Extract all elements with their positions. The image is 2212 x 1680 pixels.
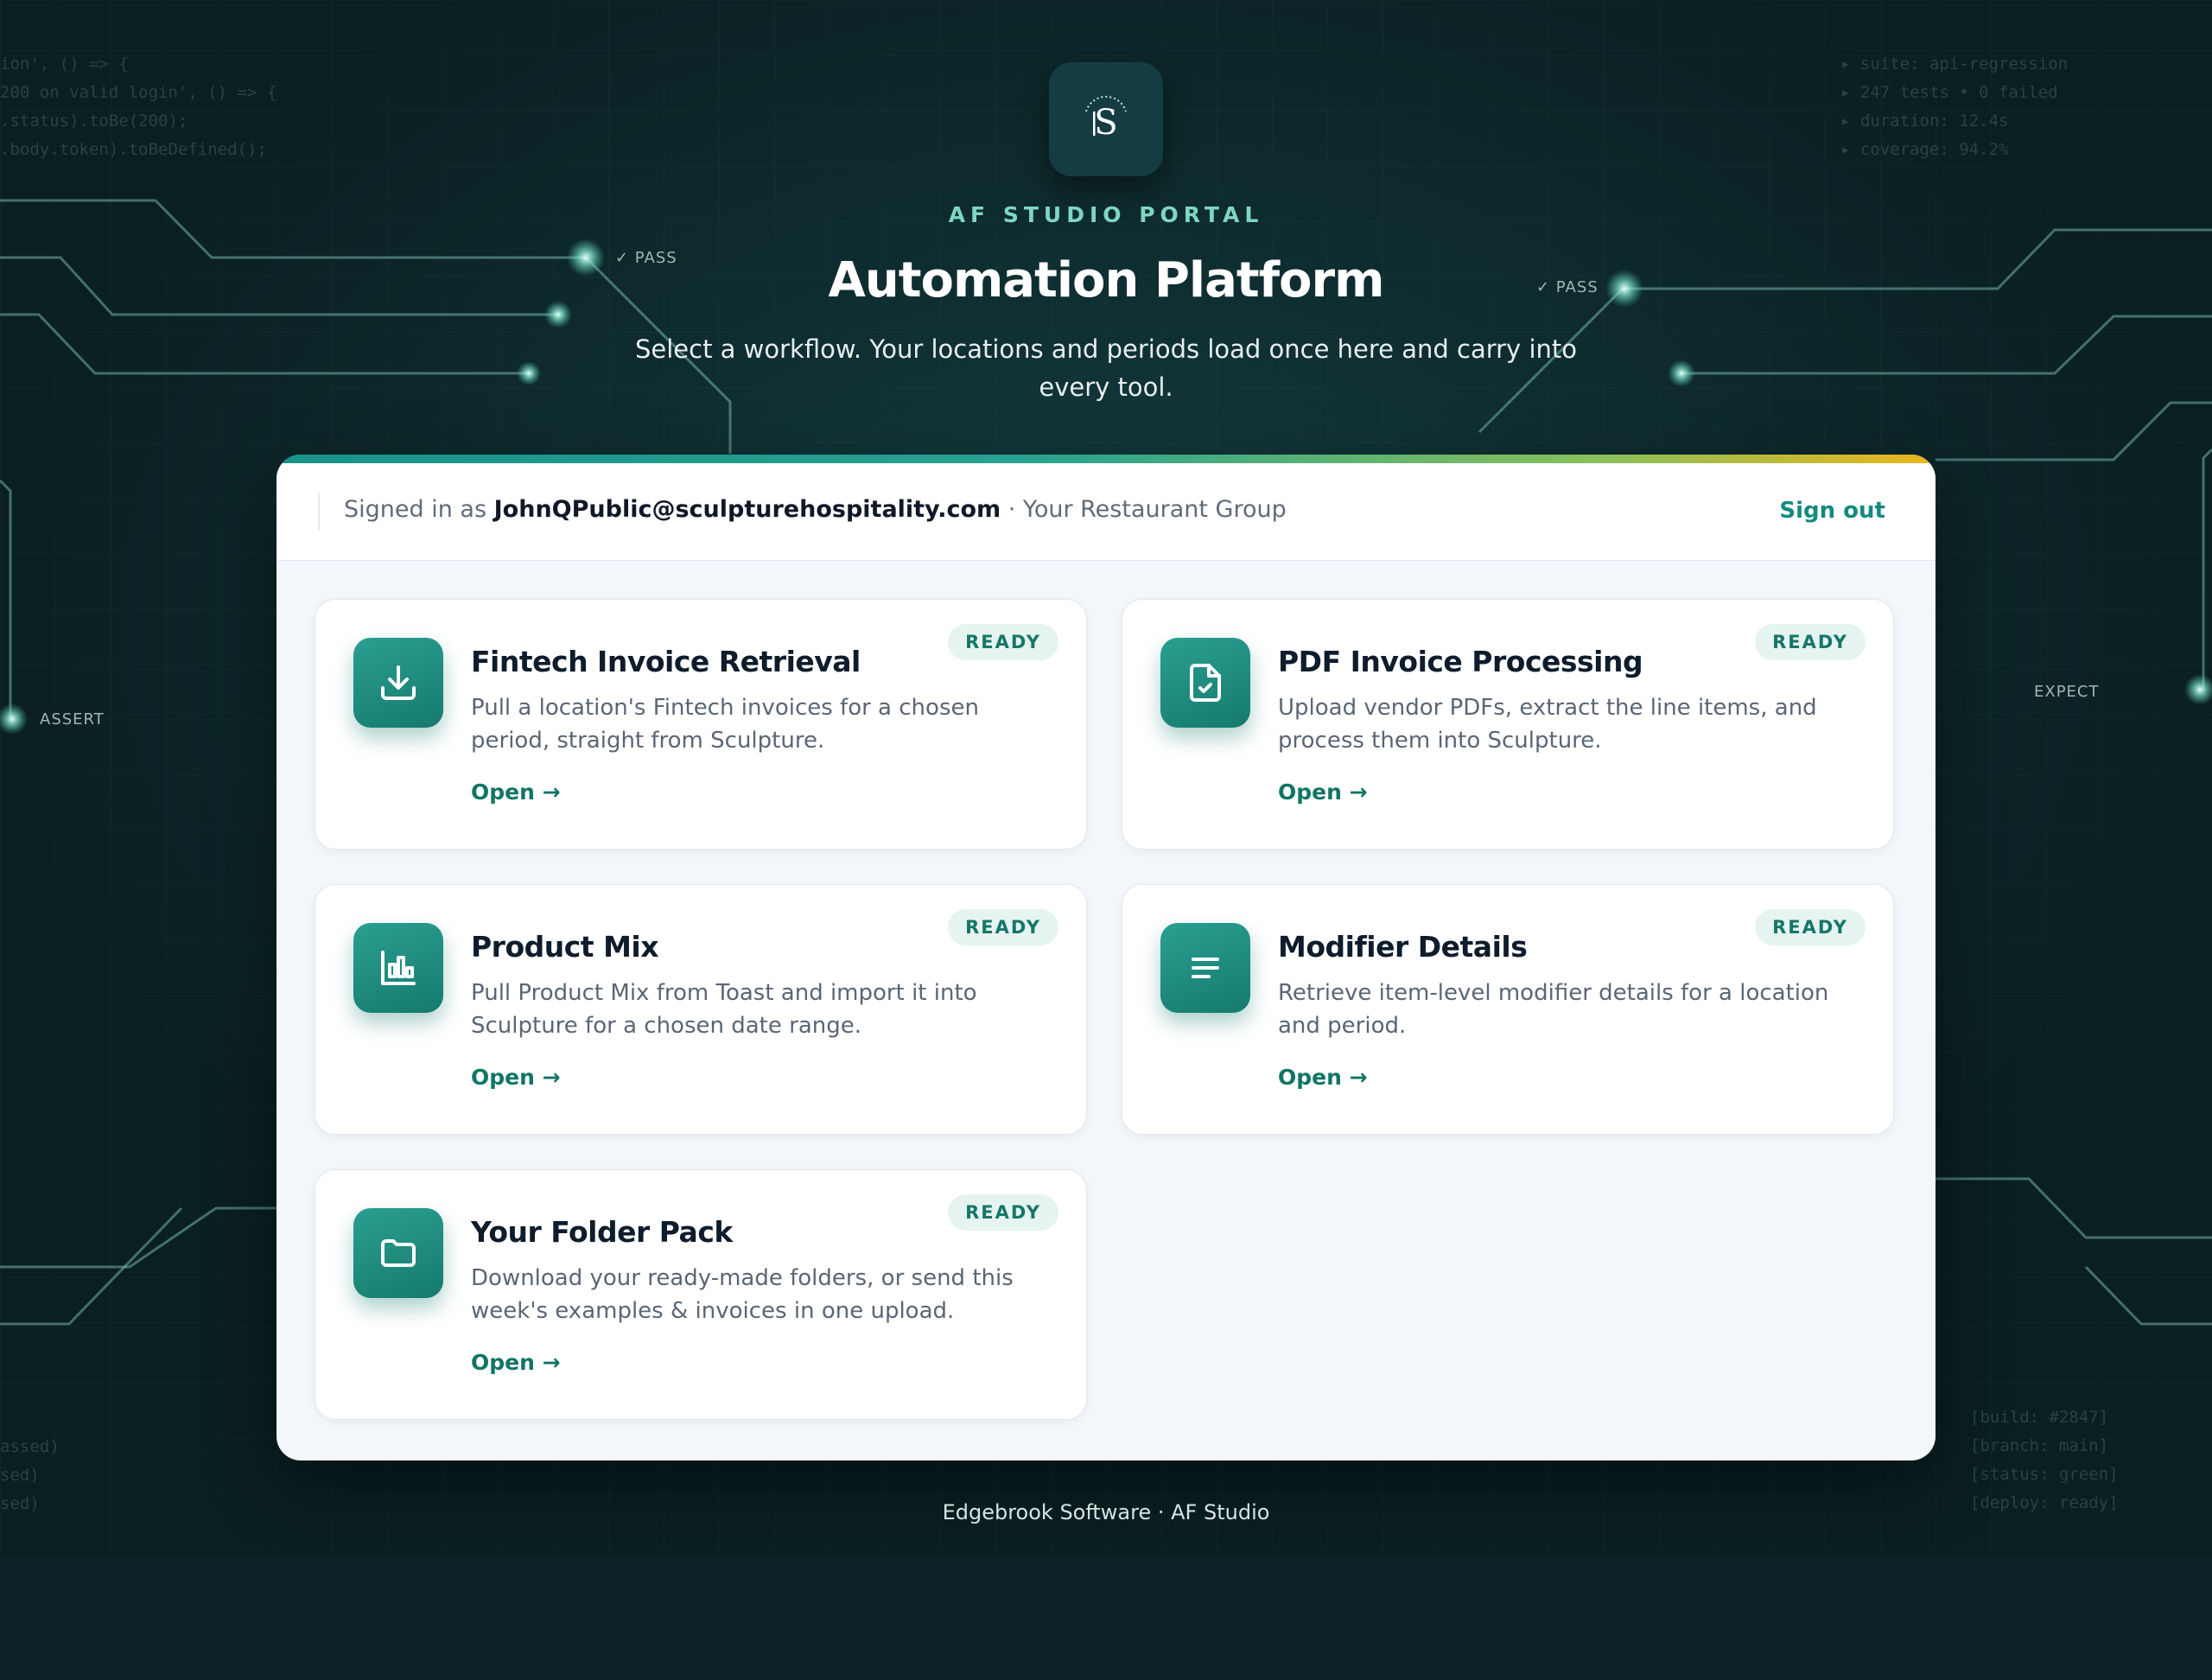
open-link[interactable]: Open → — [1278, 780, 1368, 805]
signed-in-info: Signed in as JohnQPublic@sculpturehospit… — [344, 496, 1287, 523]
card-description: Retrieve item-level modifier details for… — [1278, 980, 1829, 1039]
card-description: Pull a location's Fintech invoices for a… — [471, 695, 979, 754]
card-title: Modifier Details — [1278, 930, 1528, 964]
page-subtitle: Select a workflow. Your locations and pe… — [634, 334, 1577, 402]
hero-background: ion', () => { 200 on valid login', () =>… — [0, 0, 2212, 1556]
af-studio-logo: S — [1049, 62, 1163, 176]
status-badge: READY — [948, 1194, 1058, 1231]
status-badge: READY — [948, 624, 1058, 660]
footer-credit: Edgebrook Software · AF Studio — [942, 1500, 1270, 1524]
signed-in-prefix: Signed in as — [344, 496, 487, 523]
af-studio-logo-icon: S — [1085, 95, 1127, 143]
page-title: Automation Platform — [828, 252, 1385, 309]
list-lines-icon — [1160, 923, 1250, 1013]
portal-eyebrow: AF STUDIO PORTAL — [948, 202, 1264, 227]
folder-icon — [353, 1208, 443, 1298]
session-separator: · — [1001, 496, 1023, 523]
card-title: Fintech Invoice Retrieval — [471, 645, 861, 678]
session-divider — [318, 493, 320, 531]
workflow-card-fintech-invoice-retrieval[interactable]: READY Fintech Invoice Retrieval Pull a l… — [315, 599, 1087, 850]
user-email: JohnQPublic@sculpturehospitality.com — [493, 496, 1001, 523]
card-description: Pull Product Mix from Toast and import i… — [471, 980, 977, 1039]
workflow-card-modifier-details[interactable]: READY Modifier Details Retrieve item-lev… — [1122, 884, 1894, 1135]
session-bar: Signed in as JohnQPublic@sculpturehospit… — [276, 463, 1936, 561]
workflow-card-pdf-invoice-processing[interactable]: READY PDF Invoice Processing Upload vend… — [1122, 599, 1894, 850]
assert-tag: ASSERT — [40, 710, 105, 729]
open-link[interactable]: Open → — [471, 1065, 561, 1090]
card-description: Upload vendor PDFs, extract the line ite… — [1278, 695, 1817, 754]
sign-out-button[interactable]: Sign out — [1779, 498, 1885, 524]
download-icon — [353, 638, 443, 728]
expect-tag: EXPECT — [2034, 683, 2100, 701]
open-link[interactable]: Open → — [471, 780, 561, 805]
svg-text:S: S — [1094, 103, 1117, 143]
open-link[interactable]: Open → — [1278, 1065, 1368, 1090]
bar-chart-icon — [353, 923, 443, 1013]
status-badge: READY — [1755, 909, 1866, 945]
status-badge: READY — [1755, 624, 1866, 660]
card-description: Download your ready-made folders, or sen… — [471, 1265, 1014, 1324]
workflow-card-folder-pack[interactable]: READY Your Folder Pack Download your rea… — [315, 1169, 1087, 1420]
workflow-card-product-mix[interactable]: READY Product Mix Pull Product Mix from … — [315, 884, 1087, 1135]
page-bottom-band — [0, 1556, 2212, 1680]
background-code-top-right: ▸ suite: api-regression ▸ 247 tests • 0 … — [1840, 54, 2069, 159]
file-check-icon — [1160, 638, 1250, 728]
restaurant-group: Your Restaurant Group — [1022, 496, 1287, 523]
background-code-top-left: ion', () => { 200 on valid login', () =>… — [0, 54, 277, 159]
card-title: Your Folder Pack — [471, 1215, 733, 1249]
workflow-panel: Signed in as JohnQPublic@sculpturehospit… — [276, 455, 1936, 1460]
status-badge: READY — [948, 909, 1058, 945]
card-title: Product Mix — [471, 930, 659, 964]
open-link[interactable]: Open → — [471, 1350, 561, 1375]
card-title: PDF Invoice Processing — [1278, 645, 1643, 678]
panel-accent-bar — [276, 455, 1936, 463]
